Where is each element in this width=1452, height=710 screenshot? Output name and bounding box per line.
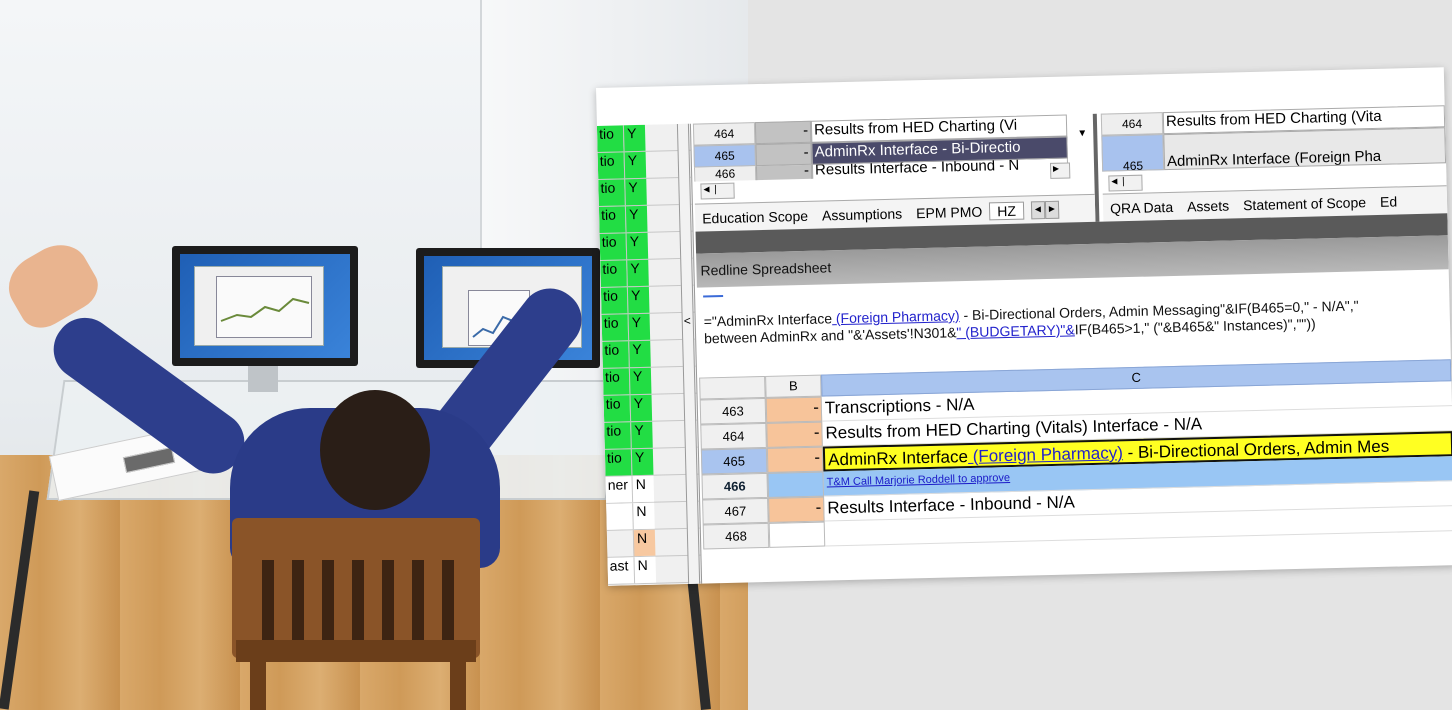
strip-cell-flag[interactable]: Y — [628, 367, 652, 395]
strip-cell-flag[interactable]: N — [631, 475, 655, 503]
formula-link-budgetary[interactable]: " (BUDGETARY)"& — [956, 321, 1075, 340]
strip-cell-label[interactable] — [607, 530, 634, 557]
select-all-corner[interactable] — [699, 375, 766, 400]
chevron-down-icon[interactable]: ▼ — [1077, 128, 1087, 139]
cell-b[interactable] — [768, 521, 826, 548]
strip-cell-label[interactable] — [606, 503, 633, 530]
strip-cell-label[interactable]: tio — [604, 422, 631, 449]
cell-b[interactable]: - — [755, 142, 812, 167]
strip-cell-flag[interactable]: Y — [626, 259, 649, 287]
left-monitor — [172, 246, 358, 366]
strip-cell-label[interactable]: tio — [604, 449, 632, 476]
cell-b[interactable]: - — [754, 120, 812, 145]
horizontal-scrollbar[interactable]: ◄ | — [1108, 174, 1143, 192]
main-grid: B C 463 - Transcriptions - N/A 464 - Res… — [699, 359, 1452, 583]
tab-assumptions[interactable]: Assumptions — [815, 205, 910, 223]
strip-cell-flag[interactable]: Y — [625, 232, 649, 260]
table-row[interactable]: 465 AdminRx Interface (Foreign Pha — [1101, 127, 1447, 173]
strip-cell-flag[interactable]: Y — [629, 394, 653, 422]
horizontal-scrollbar[interactable]: ◄ | — [700, 182, 735, 200]
row-number[interactable]: 464 — [700, 422, 767, 450]
chair-leg — [250, 660, 266, 710]
strip-cell-flag[interactable]: N — [632, 502, 655, 530]
cell-b[interactable] — [767, 471, 825, 498]
tab-education-scope[interactable]: Education Scope — [695, 207, 815, 226]
row-number[interactable]: 464 — [692, 122, 756, 146]
strip-cell-flag[interactable]: Y — [630, 448, 654, 476]
strip-cell-flag[interactable]: Y — [622, 124, 646, 152]
strip-cell-label[interactable]: tio — [601, 314, 629, 341]
chair-leg — [450, 660, 466, 710]
strip-cell-label[interactable]: tio — [598, 179, 625, 206]
strip-cell-label[interactable]: ast — [607, 557, 635, 584]
tab-epm-pmo[interactable]: EPM PMO — [909, 203, 989, 221]
head — [320, 390, 430, 510]
strip-cell-flag[interactable]: Y — [626, 286, 650, 314]
row-number[interactable]: 466 — [701, 472, 769, 500]
tab-hz[interactable]: HZ — [989, 201, 1025, 220]
strip-cell-label[interactable]: tio — [598, 206, 626, 233]
row-number[interactable]: 465 — [693, 144, 756, 168]
row-number[interactable]: 463 — [699, 397, 767, 425]
top-right-pane: 464 Results from HED Charting (Vita 465 … — [1100, 105, 1448, 222]
row-number[interactable]: 467 — [702, 497, 769, 525]
cell-b[interactable]: - — [766, 446, 824, 473]
chair-seat — [236, 640, 476, 662]
splitter-arrow-icon[interactable]: < — [684, 314, 691, 328]
cell-c[interactable]: AdminRx Interface (Foreign Pha — [1163, 127, 1447, 171]
redline-title: Redline Spreadsheet — [700, 259, 832, 279]
cell-b[interactable]: - — [765, 396, 823, 423]
strip-cell-flag[interactable]: Y — [627, 313, 651, 341]
strip-cell-flag[interactable]: Y — [628, 340, 651, 368]
formula-link-foreign-pharmacy[interactable]: (Foreign Pharmacy) — [832, 307, 960, 326]
strip-cell-label[interactable]: tio — [597, 152, 625, 179]
strip-cell-flag[interactable]: N — [632, 529, 656, 557]
tab-assets[interactable]: Assets — [1180, 197, 1236, 214]
strip-cell-flag[interactable]: Y — [623, 151, 647, 179]
tab-scroll-arrows[interactable]: ◄ ► — [1024, 200, 1066, 219]
strip-cell-label[interactable]: ner — [605, 476, 633, 503]
column-header-b[interactable]: B — [765, 374, 822, 398]
formula-expand-icon[interactable] — [703, 294, 724, 300]
tab-qra-data[interactable]: QRA Data — [1103, 198, 1180, 216]
cell-link-foreign-pharmacy[interactable]: (Foreign Pharmacy) — [968, 443, 1123, 466]
spreadsheet-screenshot: tio Ytio Ytio Ytio Ytio Ytio Ytio Ytio Ytio Ytio Y… — [596, 67, 1452, 586]
row-number[interactable]: 465 — [700, 447, 768, 475]
tab-ed[interactable]: Ed — [1373, 193, 1405, 210]
tab-statement-of-scope[interactable]: Statement of Scope — [1236, 194, 1373, 213]
formula-bar[interactable]: ="AdminRx Interface (Foreign Pharmacy) -… — [697, 273, 1451, 373]
strip-cell-label[interactable]: tio — [596, 125, 624, 152]
strip-cell-label[interactable]: tio — [602, 341, 629, 368]
cell-b[interactable]: - — [768, 496, 825, 523]
cell-b[interactable]: - — [766, 421, 823, 448]
strip-cell-label[interactable]: tio — [600, 287, 628, 314]
strip-cell-flag[interactable]: Y — [624, 205, 648, 233]
top-left-pane: 464 - Results from HED Charting (Vi 465 … — [692, 113, 1100, 232]
strip-cell-flag[interactable]: N — [633, 556, 657, 584]
strip-cell-label[interactable]: tio — [599, 233, 627, 260]
strip-cell-flag[interactable]: Y — [624, 178, 647, 206]
row-number[interactable]: 465 — [1101, 134, 1165, 173]
strip-cell-label[interactable]: tio — [600, 260, 627, 287]
strip-cell-label[interactable]: tio — [603, 395, 631, 422]
row-number[interactable]: 468 — [702, 522, 770, 550]
monitor-stand — [248, 366, 278, 392]
row-number[interactable]: 464 — [1100, 112, 1164, 136]
strip-cell-label[interactable]: tio — [602, 368, 630, 395]
strip-cell-flag[interactable]: Y — [630, 421, 653, 449]
scroll-right-icon[interactable]: ► — [1049, 162, 1071, 179]
